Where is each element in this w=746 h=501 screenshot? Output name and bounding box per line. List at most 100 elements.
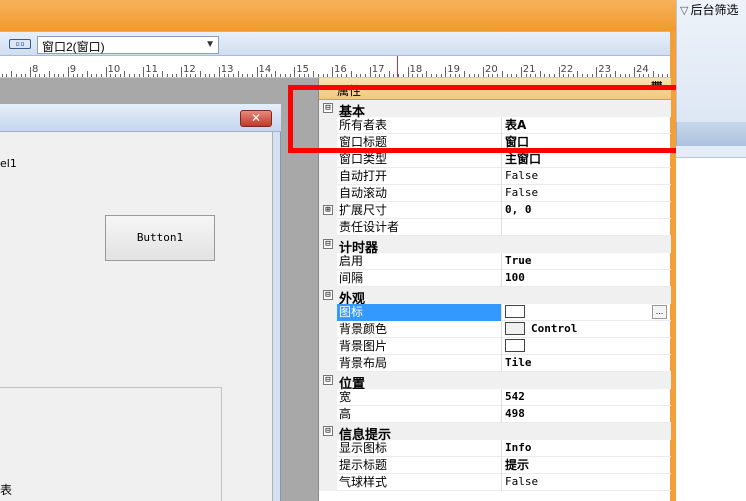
category-basic[interactable]: ⊟ 基本: [319, 100, 671, 119]
property-row-balloon-style[interactable]: 气球样式 False: [319, 474, 671, 491]
ruler-tick: [440, 74, 442, 77]
chevron-down-icon[interactable]: ▼: [205, 39, 215, 50]
ruler-tick: [67, 67, 69, 77]
property-value[interactable]: [502, 219, 667, 236]
button1-control[interactable]: Button1: [105, 215, 215, 261]
property-row-owner-table[interactable]: 所有者表 表A: [319, 117, 671, 134]
pin-icon[interactable]: ᚙ: [650, 81, 663, 94]
property-value[interactable]: 0, 0: [502, 202, 667, 219]
property-value[interactable]: Tile: [502, 355, 667, 372]
property-value[interactable]: 窗口: [502, 134, 667, 151]
ruler-tick: [124, 71, 126, 77]
property-row-show-icon[interactable]: 显示图标 Info: [319, 440, 671, 457]
property-name: 宽: [337, 389, 502, 406]
property-value[interactable]: [502, 338, 667, 355]
icon-swatch: [505, 304, 525, 318]
category-timer[interactable]: ⊟ 计时器: [319, 236, 671, 255]
ruler-label: 18: [409, 64, 423, 75]
row-gutter: [319, 474, 337, 491]
label1-control[interactable]: el1: [0, 157, 17, 170]
ruler-tick: [355, 74, 357, 77]
row-gutter: [319, 440, 337, 457]
property-row-tip-title[interactable]: 提示标题 提示: [319, 457, 671, 474]
property-value[interactable]: False: [502, 474, 667, 491]
property-value[interactable]: 542: [502, 389, 667, 406]
filter-icon: ▽: [680, 5, 689, 17]
property-row-extend-size[interactable]: ⊞ 扩展尺寸 0, 0: [319, 202, 671, 219]
ruler-tick: [431, 74, 433, 77]
property-row-back-layout[interactable]: 背景布局 Tile: [319, 355, 671, 372]
property-row-icon[interactable]: 图标 ...: [319, 304, 671, 321]
ruler-label: 9: [69, 64, 77, 75]
ruler-tick: [48, 71, 50, 77]
ruler-tick: [143, 67, 145, 77]
collapse-icon[interactable]: ⊟: [323, 375, 333, 385]
ruler-tick: [652, 71, 654, 77]
ruler-label: 20: [485, 64, 498, 75]
category-tooltip[interactable]: ⊟ 信息提示: [319, 423, 671, 442]
property-name: 背景颜色: [337, 321, 502, 338]
background-filter-button[interactable]: ▽ 后台筛选: [680, 1, 738, 18]
browse-button[interactable]: ...: [652, 305, 667, 319]
right-dock-panel: ▽ 后台筛选: [676, 0, 746, 501]
property-row-back-image[interactable]: 背景图片: [319, 338, 671, 355]
property-row-window-type[interactable]: 窗口类型 主窗口: [319, 151, 671, 168]
property-row-auto-scroll[interactable]: 自动滚动 False: [319, 185, 671, 202]
form-client-area[interactable]: el1 Button1 表: [0, 132, 273, 501]
property-row-back-color[interactable]: 背景颜色 Control: [319, 321, 671, 338]
ruler-tick: [105, 67, 107, 77]
property-value[interactable]: 498: [502, 406, 667, 423]
designed-form[interactable]: ✕ el1 Button1 表: [0, 104, 281, 501]
property-value[interactable]: False: [502, 185, 667, 202]
row-gutter: [319, 185, 337, 202]
ruler-tick: [591, 74, 593, 77]
property-value[interactable]: Info: [502, 440, 667, 457]
category-appearance[interactable]: ⊟ 外观: [319, 287, 671, 306]
category-position[interactable]: ⊟ 位置: [319, 372, 671, 391]
property-grid: 属性 ᚙ ⊟ 基本 所有者表 表A 窗口标题 窗口 窗口类型 主窗口 自动打开 …: [318, 78, 671, 501]
property-value[interactable]: Control: [502, 321, 667, 338]
collapse-icon[interactable]: ⊟: [323, 426, 333, 436]
window-selector-dropdown[interactable]: 窗口2(窗口) ▼: [37, 36, 219, 54]
property-value[interactable]: 表A: [502, 117, 667, 134]
property-row-auto-open[interactable]: 自动打开 False: [319, 168, 671, 185]
ruler-tick: [506, 74, 508, 77]
property-name: 扩展尺寸: [337, 202, 502, 219]
property-name: 所有者表: [337, 117, 502, 134]
property-value[interactable]: True: [502, 253, 667, 270]
ruler-label: 21: [522, 64, 536, 75]
collapse-icon[interactable]: ⊟: [323, 290, 333, 300]
ruler-tick: [662, 74, 664, 77]
property-row-window-title[interactable]: 窗口标题 窗口: [319, 134, 671, 151]
expand-icon[interactable]: ⊞: [323, 205, 333, 215]
collapse-icon[interactable]: ⊟: [323, 103, 333, 113]
ruler-tick: [511, 74, 513, 77]
property-row-width[interactable]: 宽 542: [319, 389, 671, 406]
property-row-height[interactable]: 高 498: [319, 406, 671, 423]
property-value[interactable]: False: [502, 168, 667, 185]
property-value[interactable]: 100: [502, 270, 667, 287]
property-row-designer[interactable]: 责任设计者: [319, 219, 671, 236]
ruler-tick: [586, 74, 588, 77]
right-dock-top: ▽ 后台筛选: [676, 0, 746, 122]
table-panel-control[interactable]: 表: [0, 387, 222, 501]
ruler-tick: [667, 74, 668, 77]
ruler-tick: [558, 67, 560, 77]
form-title-bar[interactable]: ✕: [0, 104, 281, 132]
ruler-tick: [483, 67, 484, 77]
property-value[interactable]: 提示: [502, 457, 667, 474]
ruler-label: 8: [32, 64, 39, 75]
property-row-interval[interactable]: 间隔 100: [319, 270, 671, 287]
ruler-label: 10: [107, 64, 121, 75]
ruler-tick: [332, 67, 333, 77]
property-value[interactable]: [502, 304, 667, 321]
form-close-button[interactable]: ✕: [240, 110, 272, 127]
ruler-tick: [365, 74, 366, 77]
property-value[interactable]: 主窗口: [502, 151, 667, 168]
ruler-tick: [634, 67, 635, 77]
row-gutter: [319, 253, 337, 270]
collapse-icon[interactable]: ⊟: [323, 239, 333, 249]
row-gutter: [319, 270, 337, 287]
layout-icon[interactable]: ▫▫: [9, 39, 31, 49]
property-row-enabled[interactable]: 启用 True: [319, 253, 671, 270]
